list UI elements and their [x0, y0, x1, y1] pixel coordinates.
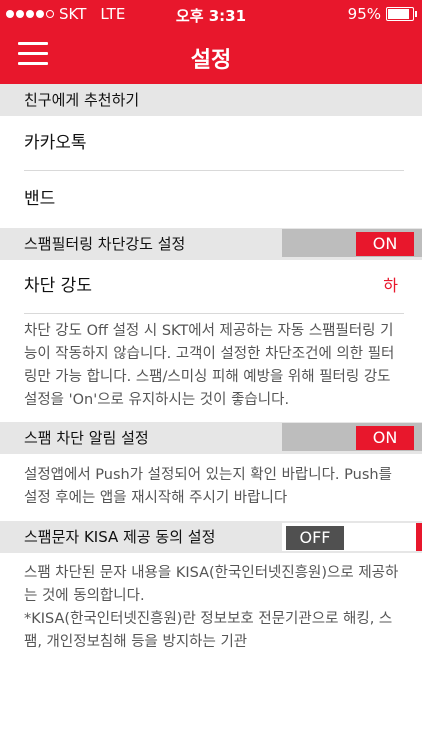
- share-kakaotalk-item[interactable]: 카카오톡: [0, 116, 422, 170]
- spam-alert-header-label: 스팸 차단 알림 설정: [24, 429, 149, 447]
- kisa-toggle-knob: OFF: [286, 526, 344, 550]
- block-strength-item[interactable]: 차단 강도 하: [0, 259, 422, 313]
- block-strength-label: 차단 강도: [24, 276, 92, 296]
- spam-alert-toggle-knob: ON: [356, 426, 414, 450]
- battery-status: 95%: [347, 5, 417, 23]
- battery-fill: [388, 9, 409, 19]
- spam-alert-description: 설정앱에서 Push가 설정되어 있는지 확인 바랍니다. Push를 설정 후…: [24, 467, 392, 506]
- block-strength-value: 하: [383, 276, 398, 295]
- divider: [24, 170, 404, 171]
- spam-filter-toggle-knob: ON: [356, 232, 414, 256]
- status-bar: SKT LTE 오후 3:31 95%: [0, 0, 422, 28]
- share-band-item[interactable]: 밴드: [0, 172, 422, 226]
- kisa-description: 스팸 차단된 문자 내용을 KISA(한국인터넷진흥원)으로 제공하는 것에 동…: [24, 565, 399, 650]
- recommend-section-header: 친구에게 추천하기: [0, 84, 422, 116]
- spam-filter-toggle[interactable]: ON: [282, 229, 422, 257]
- kisa-header-label: 스팸문자 KISA 제공 동의 설정: [24, 528, 216, 546]
- page-title: 설정: [190, 48, 232, 73]
- spam-filter-description: 차단 강도 Off 설정 시 SKT에서 제공하는 자동 스팸필터링 기능이 작…: [24, 323, 395, 408]
- divider: [24, 313, 404, 314]
- spam-alert-toggle[interactable]: ON: [282, 423, 422, 451]
- battery-percent: 95%: [347, 5, 381, 23]
- battery-icon: [386, 7, 417, 21]
- nav-bar: 설정: [0, 28, 422, 84]
- kisa-toggle[interactable]: OFF: [282, 523, 422, 551]
- spam-filter-header-label: 스팸필터링 차단강도 설정: [24, 235, 186, 253]
